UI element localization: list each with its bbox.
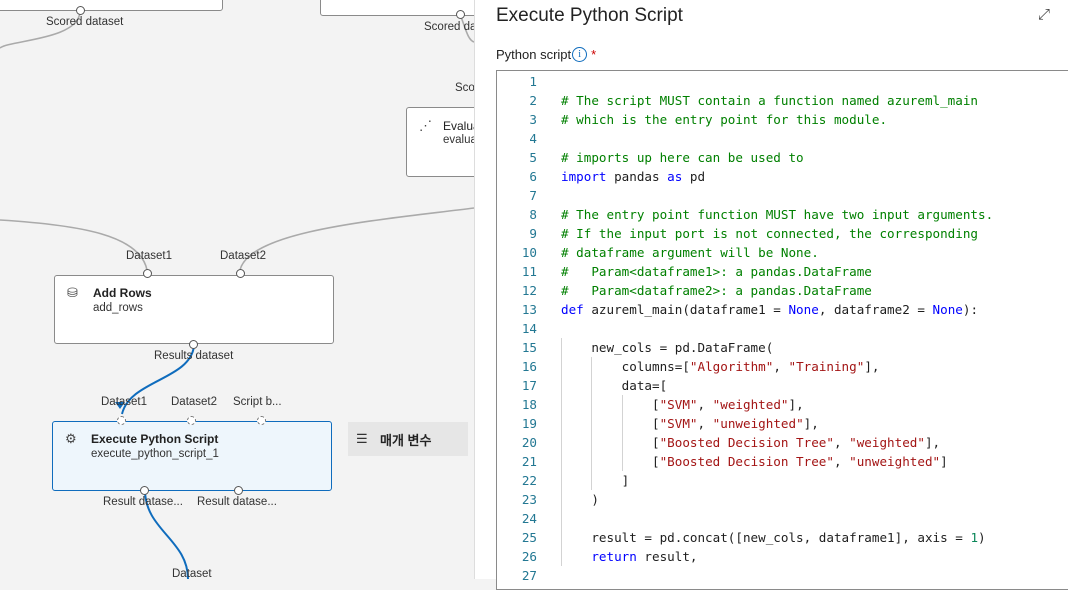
indent-guide xyxy=(591,357,593,490)
scored-node-right[interactable] xyxy=(320,0,474,16)
port-label: Dataset xyxy=(172,568,212,579)
line-number: 21 xyxy=(521,454,537,469)
code-text: return result, xyxy=(591,549,698,564)
output-port[interactable] xyxy=(140,486,149,495)
field-label-row: Python script i * xyxy=(496,47,596,62)
line-number: 5 xyxy=(529,150,537,165)
node-subtitle: evalua xyxy=(443,134,474,146)
input-port[interactable] xyxy=(117,416,126,425)
output-port[interactable] xyxy=(234,486,243,495)
line-number: 10 xyxy=(521,245,537,260)
code-text: # The entry point function MUST have two… xyxy=(561,207,994,222)
input-port[interactable] xyxy=(236,269,245,278)
node-title: Execute Python Script xyxy=(91,432,219,446)
line-number: 17 xyxy=(521,378,537,393)
field-label: Python script xyxy=(496,47,572,62)
panel-title: Execute Python Script xyxy=(496,5,683,26)
code-text: data=[ xyxy=(561,378,668,393)
indent-guide xyxy=(621,395,623,471)
code-text: ["Boosted Decision Tree", "weighted"], xyxy=(561,435,941,450)
port-label: Script b... xyxy=(233,396,282,408)
line-number: 16 xyxy=(521,359,537,374)
add-rows-node[interactable]: ⛁ Add Rows add_rows xyxy=(54,275,334,344)
port-label: Dataset1 xyxy=(101,396,148,408)
code-text: ["SVM", "weighted"], xyxy=(561,397,804,412)
expand-icon[interactable]: ⤢ xyxy=(1038,6,1050,23)
code-text: new_cols = pd.DataFrame( xyxy=(561,340,774,355)
pipeline-canvas[interactable]: Scored dataset Scored dataset Sco ⋰ Eval… xyxy=(0,0,474,579)
port-label: Dataset2 xyxy=(171,396,218,408)
output-port[interactable] xyxy=(76,6,85,15)
line-number: 25 xyxy=(521,530,537,545)
parameters-label: 매개 변수 xyxy=(380,432,432,448)
line-number: 2 xyxy=(529,93,537,108)
code-text: ["SVM", "unweighted"], xyxy=(561,416,819,431)
line-number: 23 xyxy=(521,492,537,507)
port-label: Result datase... xyxy=(103,496,183,508)
sliders-icon: ☰ xyxy=(356,431,368,446)
line-number: 13 xyxy=(521,302,537,317)
port-label: Scored dataset xyxy=(46,16,124,28)
line-number: 11 xyxy=(521,264,537,279)
port-label: Scored dataset xyxy=(424,21,474,33)
output-port[interactable] xyxy=(189,340,198,349)
line-number: 19 xyxy=(521,416,537,431)
code-text: # Param<dataframe1>: a pandas.DataFrame xyxy=(561,264,872,279)
properties-panel: Execute Python Script ⤢ Python script i * … xyxy=(474,0,1068,590)
code-text: ) xyxy=(561,492,599,507)
indent-guide xyxy=(561,338,562,566)
input-port[interactable] xyxy=(187,416,196,425)
line-number: 18 xyxy=(521,397,537,412)
line-number: 9 xyxy=(529,226,537,241)
node-title: Evalua xyxy=(443,119,474,133)
output-port[interactable] xyxy=(456,10,465,19)
line-number: 20 xyxy=(521,435,537,450)
code-text: # dataframe argument will be None. xyxy=(561,245,819,260)
node-subtitle: add_rows xyxy=(93,302,143,314)
port-label: Sco xyxy=(455,82,474,94)
info-icon[interactable]: i xyxy=(572,47,588,62)
code-text: result = pd.concat([new_cols, dataframe1… xyxy=(561,530,986,545)
parameters-button[interactable]: ☰ 매개 변수 xyxy=(348,422,468,456)
code-text: # The script MUST contain a function nam… xyxy=(561,93,979,108)
code-text: # which is the entry point for this modu… xyxy=(561,112,888,127)
code-text: columns=["Algorithm", "Training"], xyxy=(561,359,880,374)
execute-python-script-node[interactable]: ⚙ Execute Python Script execute_python_s… xyxy=(52,421,332,491)
python-icon: ⚙ xyxy=(65,431,77,446)
node-subtitle: execute_python_script_1 xyxy=(91,448,219,460)
required-marker: * xyxy=(591,47,597,62)
line-number: 14 xyxy=(521,321,537,336)
code-text: # Param<dataframe2>: a pandas.DataFrame xyxy=(561,283,872,298)
database-icon: ⛁ xyxy=(67,285,78,300)
port-label: Dataset1 xyxy=(126,250,173,262)
port-label: Result datase... xyxy=(197,496,277,508)
line-number: 24 xyxy=(521,511,537,526)
code-text: ] xyxy=(561,473,630,488)
input-port[interactable] xyxy=(257,416,266,425)
node-title: Add Rows xyxy=(93,286,152,300)
line-number: 1 xyxy=(529,74,537,89)
input-port[interactable] xyxy=(143,269,152,278)
code-text: def azureml_main(dataframe1 = None, data… xyxy=(561,302,979,317)
code-text: import pandas as pd xyxy=(561,169,706,184)
chart-icon: ⋰ xyxy=(419,118,432,133)
port-label: Results dataset xyxy=(154,350,234,362)
scored-node-left[interactable] xyxy=(0,0,223,11)
line-number: 22 xyxy=(521,473,537,488)
port-label: Dataset2 xyxy=(220,250,267,262)
code-text: # imports up here can be used to xyxy=(561,150,804,165)
line-number: 6 xyxy=(529,169,537,184)
code-editor[interactable]: 1 2 # The script MUST contain a function n… xyxy=(496,70,1068,590)
line-number: 12 xyxy=(521,283,537,298)
line-number: 3 xyxy=(529,112,537,127)
code-text: # If the input port is not connected, th… xyxy=(561,226,979,241)
line-number: 26 xyxy=(521,549,537,564)
line-number: 27 xyxy=(521,568,537,583)
line-number: 4 xyxy=(529,131,537,146)
line-number: 7 xyxy=(529,188,537,203)
code-text: ["Boosted Decision Tree", "unweighted"] xyxy=(561,454,948,469)
line-number: 15 xyxy=(521,340,537,355)
evaluate-model-node[interactable]: ⋰ Evalua evalua xyxy=(406,107,474,177)
line-number: 8 xyxy=(529,207,537,222)
